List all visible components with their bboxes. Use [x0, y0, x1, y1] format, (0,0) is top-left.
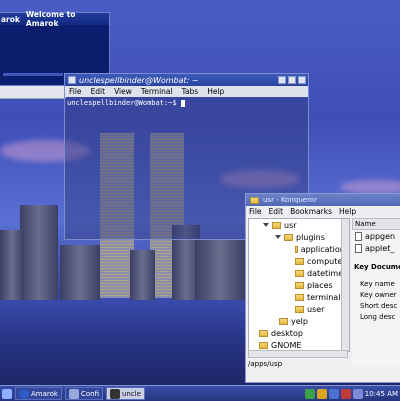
file-browser-title: usr - Konqueror: [263, 196, 317, 204]
tree-label: plugins: [296, 232, 325, 242]
key-field: Long desc: [360, 313, 396, 321]
tree-vertical-scrollbar[interactable]: [341, 219, 349, 351]
folder-icon: [259, 341, 268, 349]
taskbar-item-config[interactable]: Confi: [64, 387, 103, 400]
system-tray: 10:45 AM: [304, 388, 400, 399]
fb-menu-file[interactable]: File: [249, 207, 262, 216]
file-row[interactable]: appgen: [352, 230, 400, 242]
tree-label: computer: [307, 256, 346, 266]
folder-icon: [259, 329, 268, 337]
volume-icon[interactable]: [352, 388, 363, 399]
menu-edit[interactable]: Edit: [91, 87, 106, 96]
clock[interactable]: 10:45 AM: [365, 390, 398, 398]
maximize-icon[interactable]: [288, 76, 296, 84]
fb-menu-bookmarks[interactable]: Bookmarks: [290, 207, 332, 216]
terminal-icon: [110, 388, 120, 399]
path-status: /apps/usp: [248, 360, 283, 368]
file-browser-window[interactable]: usr - Konqueror File Edit Bookmarks Help…: [245, 193, 400, 383]
close-icon[interactable]: [298, 76, 306, 84]
terminal-cursor: [180, 99, 185, 107]
amarok-title-left: arok: [1, 14, 20, 24]
tree-row[interactable]: yelp: [249, 315, 349, 327]
tree-row[interactable]: datetime: [249, 267, 349, 279]
document-icon: [355, 231, 362, 241]
menu-file[interactable]: File: [69, 87, 82, 96]
amarok-title: Welcome to Amarok: [25, 10, 76, 28]
tree-label: yelp: [291, 316, 308, 326]
tree-row[interactable]: plugins: [249, 231, 349, 243]
tree-label: places: [307, 280, 333, 290]
folder-icon: [295, 281, 304, 289]
terminal-titlebar[interactable]: unclespellbinder@Wombat: ~: [65, 74, 308, 86]
menu-terminal[interactable]: Terminal: [141, 87, 173, 96]
tree-label: terminal: [307, 292, 341, 302]
tree-row[interactable]: applications: [249, 243, 349, 255]
tree-label: GNOME: [271, 340, 302, 350]
taskbar-label: uncle: [122, 389, 141, 398]
folder-icon: [279, 317, 288, 325]
update-icon[interactable]: [316, 388, 327, 399]
file-row[interactable]: applet_: [352, 242, 400, 254]
document-icon: [355, 243, 362, 253]
folder-icon: [272, 221, 281, 229]
terminal-title: unclespellbinder@Wombat: ~: [79, 75, 199, 85]
folder-icon: [295, 293, 304, 301]
terminal-menubar: File Edit View Terminal Tabs Help: [65, 86, 308, 97]
key-doc-title: Key Document: [354, 263, 400, 271]
amarok-progress: [3, 73, 63, 76]
tree-row[interactable]: terminal: [249, 291, 349, 303]
tree-row[interactable]: user: [249, 303, 349, 315]
network-icon[interactable]: [304, 388, 315, 399]
window-menu-icon[interactable]: [68, 76, 76, 84]
start-menu-icon[interactable]: [2, 388, 12, 399]
folder-icon: [250, 196, 259, 204]
tree-row[interactable]: usr: [249, 219, 349, 231]
taskbar-item-amarok[interactable]: Amarok: [15, 387, 62, 400]
folder-tree[interactable]: usr plugins applications computer dateti…: [248, 218, 350, 352]
taskbar-label: Confi: [80, 389, 99, 398]
taskbar-label: Amarok: [31, 389, 58, 398]
tree-label: datetime: [307, 268, 344, 278]
file-browser-titlebar[interactable]: usr - Konqueror: [246, 194, 400, 206]
fb-menu-edit[interactable]: Edit: [269, 207, 284, 216]
folder-icon: [284, 233, 293, 241]
close-session-icon[interactable]: [340, 388, 351, 399]
fb-menu-help[interactable]: Help: [339, 207, 356, 216]
expand-triangle-icon[interactable]: [275, 235, 281, 239]
name-column-header[interactable]: Name: [352, 218, 400, 230]
file-browser-menubar: File Edit Bookmarks Help: [246, 206, 400, 217]
key-field: Key owner: [360, 291, 397, 299]
tree-horizontal-scrollbar[interactable]: [248, 350, 348, 358]
file-name: applet_: [365, 243, 395, 253]
key-field: Short desc: [360, 302, 398, 310]
taskbar-item-terminal[interactable]: uncle: [106, 387, 145, 400]
amarok-icon: [19, 388, 29, 399]
folder-icon: [295, 257, 304, 265]
key-field: Key name: [360, 280, 395, 288]
folder-icon: [295, 305, 304, 313]
file-details-pane: Name appgen applet_ Key Document Key nam…: [352, 218, 400, 366]
tree-label: desktop: [271, 328, 303, 338]
amarok-titlebar[interactable]: arok Welcome to Amarok: [0, 10, 109, 28]
menu-view[interactable]: View: [114, 87, 132, 96]
taskbar: Amarok Confi uncle 10:45 AM: [0, 385, 400, 401]
file-name: appgen: [365, 231, 396, 241]
tree-label: user: [307, 304, 325, 314]
tree-label: usr: [284, 220, 297, 230]
tree-row[interactable]: desktop: [249, 327, 349, 339]
minimize-icon[interactable]: [278, 76, 286, 84]
tree-row[interactable]: places: [249, 279, 349, 291]
menu-help[interactable]: Help: [207, 87, 224, 96]
background-window-strip: [0, 86, 66, 99]
folder-icon: [295, 269, 304, 277]
config-editor-icon: [68, 388, 79, 399]
menu-tabs[interactable]: Tabs: [182, 87, 199, 96]
expand-triangle-icon[interactable]: [263, 223, 269, 227]
applet-icon[interactable]: [328, 388, 339, 399]
folder-icon: [295, 245, 298, 253]
terminal-prompt: unclespellbinder@Wombat:~$: [67, 99, 177, 107]
tree-row[interactable]: computer: [249, 255, 349, 267]
